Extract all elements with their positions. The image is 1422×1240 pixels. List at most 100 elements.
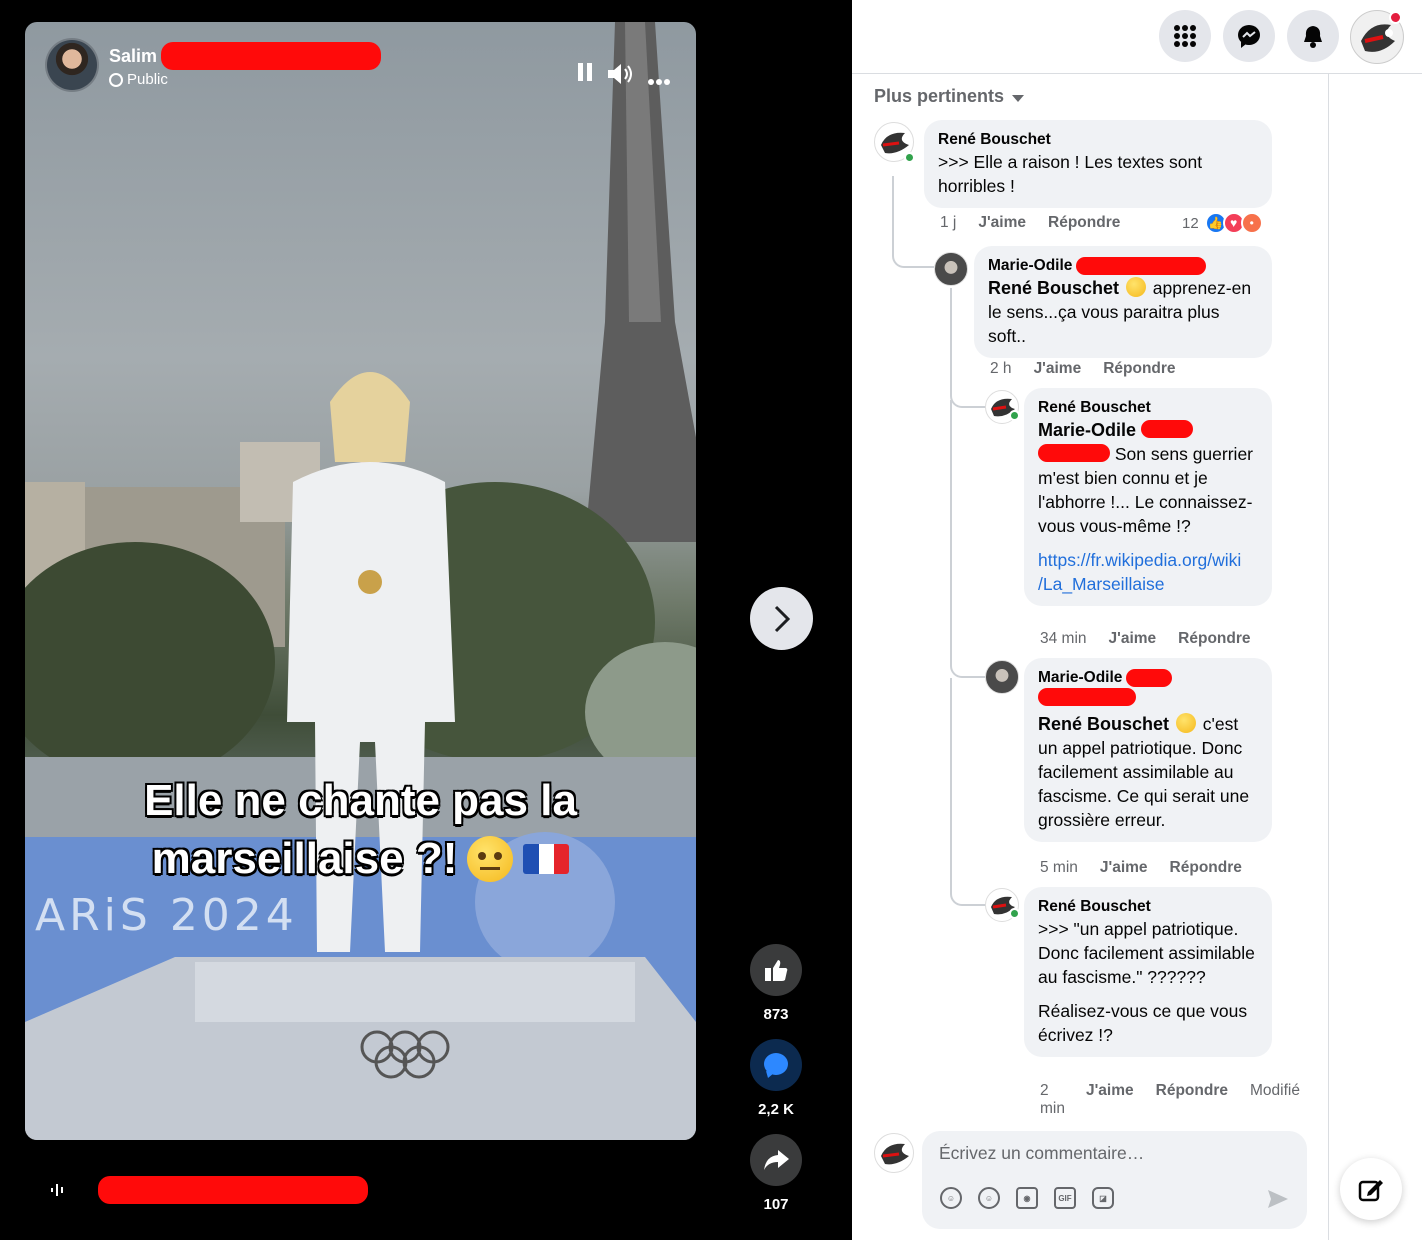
audio-bar bbox=[50, 1176, 368, 1204]
comment-timestamp[interactable]: 5 min bbox=[1040, 859, 1078, 877]
like-comment-button[interactable]: J'aime bbox=[978, 214, 1026, 232]
redaction-bar bbox=[98, 1176, 368, 1204]
grid-menu-icon[interactable] bbox=[1159, 10, 1211, 62]
comment-author[interactable]: René Bouschet bbox=[938, 130, 1258, 150]
share-action[interactable]: 107 bbox=[750, 1134, 802, 1213]
comment-actions: 5 min J'aime Répondre bbox=[1040, 859, 1242, 877]
author-name[interactable]: Salim bbox=[109, 42, 382, 70]
audio-waveform-icon bbox=[51, 1184, 63, 1196]
mention-link[interactable]: Marie-Odile bbox=[1038, 420, 1136, 440]
emoji-icon[interactable]: ☺ bbox=[978, 1187, 1000, 1209]
comment-timestamp[interactable]: 1 j bbox=[940, 214, 956, 232]
reply-button[interactable]: Répondre bbox=[1156, 1082, 1228, 1100]
comment-bubble: Marie-Odile René Bouschet c'est un appel… bbox=[1024, 658, 1272, 842]
globe-icon bbox=[109, 72, 123, 87]
comment-author[interactable]: René Bouschet bbox=[1038, 398, 1258, 418]
raised-eyebrow-emoji-icon bbox=[467, 836, 514, 882]
panel-divider bbox=[1328, 74, 1329, 1240]
reply-button[interactable]: Répondre bbox=[1170, 859, 1242, 877]
share-arrow-icon[interactable] bbox=[750, 1134, 802, 1186]
comment-timestamp[interactable]: 2 min bbox=[1040, 1082, 1065, 1118]
more-options-icon[interactable] bbox=[647, 66, 671, 92]
next-video-button[interactable] bbox=[750, 587, 813, 650]
comment-action[interactable]: 2,2 K bbox=[750, 1039, 802, 1118]
comment-actions: 2 h J'aime Répondre bbox=[990, 360, 1176, 378]
sort-dropdown[interactable]: Plus pertinents bbox=[874, 86, 1025, 107]
comment-author-name[interactable]: Marie-Odile bbox=[1038, 668, 1122, 688]
video-stage: Salim Public ARiS 2024 Elle ne chante pa… bbox=[0, 0, 852, 1240]
redaction-bar bbox=[1140, 420, 1193, 438]
france-flag-icon bbox=[523, 844, 570, 874]
comment-author[interactable]: Marie-Odile bbox=[988, 256, 1258, 276]
comment-author[interactable]: Marie-Odile bbox=[1038, 668, 1258, 688]
comment-author[interactable]: René Bouschet bbox=[1038, 897, 1258, 917]
reaction-summary[interactable]: 12 👍 ♥ • bbox=[1182, 212, 1263, 234]
backdrop-text: ARiS 2024 bbox=[35, 890, 298, 941]
like-comment-button[interactable]: J'aime bbox=[1100, 859, 1148, 877]
top-navigation-bar bbox=[852, 0, 1422, 74]
comment-input[interactable]: Écrivez un commentaire… bbox=[939, 1143, 1144, 1164]
comment-bubble: René Bouschet >>> "un appel patriotique.… bbox=[1024, 887, 1272, 1057]
gif-icon[interactable]: GIF bbox=[1054, 1187, 1076, 1209]
comment-text: >>> "un appel patriotique. Donc facileme… bbox=[1038, 919, 1255, 987]
comment-icon[interactable] bbox=[750, 1039, 802, 1091]
like-action[interactable]: 873 bbox=[750, 944, 802, 1023]
comments-panel: Plus pertinents René Bouschet >>> Elle a… bbox=[852, 0, 1422, 1240]
comment-author-name[interactable]: Marie-Odile bbox=[988, 256, 1072, 276]
volume-icon[interactable] bbox=[606, 62, 636, 92]
author-meta: Salim Public bbox=[109, 42, 382, 88]
new-message-button[interactable] bbox=[1340, 1158, 1402, 1220]
mention-link[interactable]: René Bouschet bbox=[1038, 714, 1169, 734]
redaction-bar bbox=[1038, 688, 1136, 706]
author-name-text[interactable]: Salim bbox=[109, 46, 157, 67]
send-icon[interactable] bbox=[1267, 1189, 1289, 1215]
comment-link[interactable]: https://fr.wikipedia.org/wiki /La_Marsei… bbox=[1038, 548, 1258, 596]
sort-label[interactable]: Plus pertinents bbox=[874, 86, 1004, 107]
comment-body: René Bouschet apprenez-en le sens...ça v… bbox=[988, 276, 1258, 348]
pensive-emoji-icon bbox=[1175, 713, 1196, 733]
redaction-bar bbox=[161, 42, 382, 70]
online-status-dot bbox=[1009, 908, 1020, 919]
reaction-count: 12 bbox=[1182, 214, 1199, 232]
audience-indicator: Public bbox=[109, 71, 381, 88]
comment-actions: 1 j J'aime Répondre bbox=[940, 214, 1120, 232]
avatar-sticker-icon[interactable]: ☺ bbox=[940, 1187, 962, 1209]
commenter-avatar[interactable] bbox=[934, 252, 968, 286]
like-comment-button[interactable]: J'aime bbox=[1109, 630, 1157, 648]
commenter-avatar[interactable] bbox=[985, 660, 1019, 694]
comment-bubble: Marie-Odile René Bouschet apprenez-en le… bbox=[974, 246, 1272, 358]
reply-button[interactable]: Répondre bbox=[1103, 360, 1175, 378]
sticker-icon[interactable]: ◪ bbox=[1092, 1187, 1114, 1209]
redaction-bar bbox=[1126, 669, 1173, 687]
comment-timestamp[interactable]: 2 h bbox=[990, 360, 1012, 378]
compose-icon bbox=[1358, 1180, 1383, 1202]
comment-timestamp[interactable]: 34 min bbox=[1040, 630, 1087, 648]
composer-tools: ☺ ☺ ◉ GIF ◪ bbox=[940, 1187, 1114, 1209]
mention-link[interactable]: René Bouschet bbox=[988, 278, 1119, 298]
wikipedia-link[interactable]: https://fr.wikipedia.org/wiki bbox=[1038, 550, 1241, 570]
wikipedia-link-continued[interactable]: /La_Marseillaise bbox=[1038, 574, 1164, 594]
messenger-icon[interactable] bbox=[1223, 10, 1275, 62]
chevron-right-icon bbox=[774, 605, 790, 632]
chevron-down-icon bbox=[1012, 95, 1025, 102]
thumbs-up-icon[interactable] bbox=[750, 944, 802, 996]
notification-badge bbox=[1389, 11, 1402, 24]
reply-button[interactable]: Répondre bbox=[1178, 630, 1250, 648]
caption-line-2-text: marseillaise ?! bbox=[151, 834, 458, 883]
reply-button[interactable]: Répondre bbox=[1048, 214, 1120, 232]
video-player[interactable]: Salim Public ARiS 2024 Elle ne chante pa… bbox=[25, 22, 696, 1140]
like-comment-button[interactable]: J'aime bbox=[1034, 360, 1082, 378]
author-avatar[interactable] bbox=[45, 38, 99, 92]
pause-icon[interactable] bbox=[577, 62, 593, 88]
like-comment-button[interactable]: J'aime bbox=[1086, 1082, 1134, 1100]
redaction-bar bbox=[1038, 444, 1110, 462]
edited-label[interactable]: Modifié bbox=[1250, 1082, 1300, 1100]
bell-icon[interactable] bbox=[1287, 10, 1339, 62]
comment-body: Marie-Odile Son sens guerrier m'est bien… bbox=[1038, 418, 1258, 538]
comment-composer[interactable]: Écrivez un commentaire… ☺ ☺ ◉ GIF ◪ bbox=[922, 1131, 1307, 1229]
current-user-avatar[interactable] bbox=[874, 1133, 914, 1173]
smirk-emoji-icon bbox=[1125, 277, 1146, 297]
caption-line-1: Elle ne chante pas la bbox=[144, 776, 577, 825]
camera-icon[interactable]: ◉ bbox=[1016, 1187, 1038, 1209]
like-count: 873 bbox=[763, 1006, 789, 1023]
